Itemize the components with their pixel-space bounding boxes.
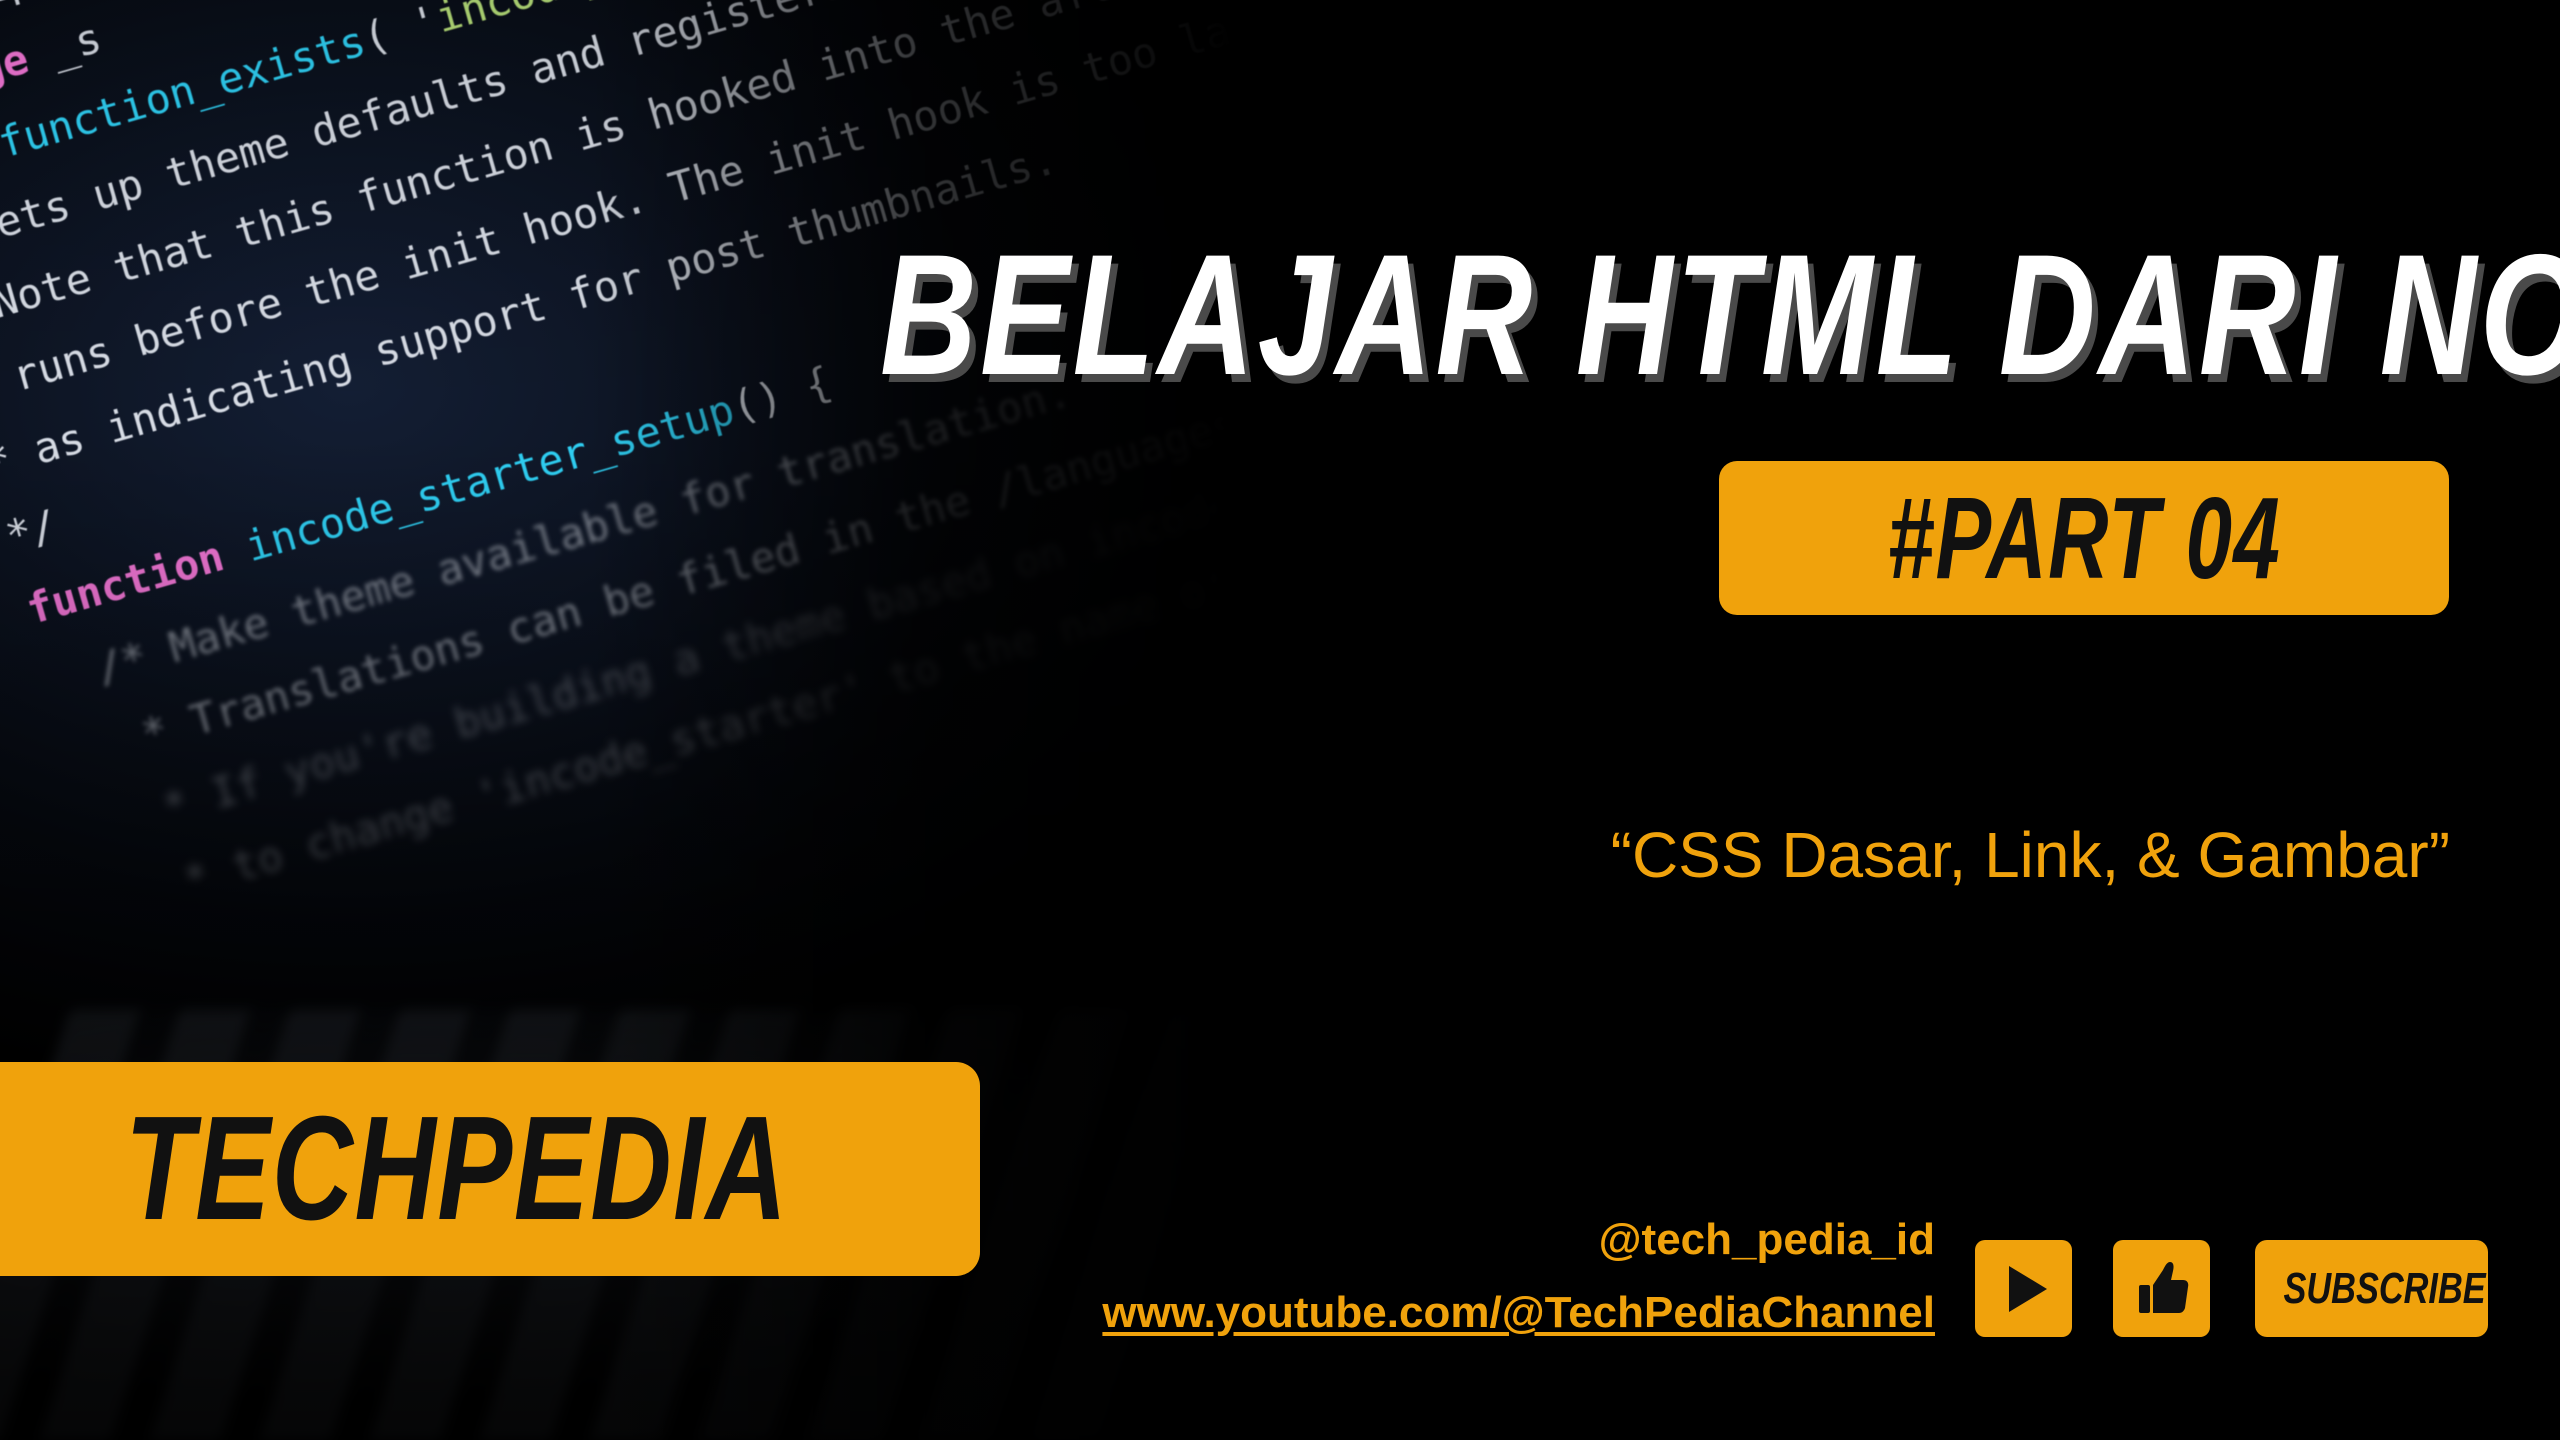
part-label-text: #PART 04: [1887, 473, 2281, 603]
play-icon: [2009, 1266, 2047, 1312]
brand-badge: TECHPEDIA: [0, 1062, 980, 1276]
subscribe-button[interactable]: SUBSCRIBE: [2255, 1240, 2488, 1337]
social-handle[interactable]: @tech_pedia_id: [1300, 1210, 1935, 1270]
main-title: BELAJAR HTML DARI NOL: [880, 219, 2560, 411]
like-button[interactable]: [2113, 1240, 2210, 1337]
thumbnail-canvas: nk https://develackage _s( ! function_ex…: [0, 0, 2560, 1440]
part-badge: #PART 04: [1719, 461, 2449, 615]
part-label: #PART 04: [1719, 461, 2449, 615]
channel-link[interactable]: www.youtube.com/@TechPediaChannel: [1000, 1283, 1935, 1343]
brand-name: TECHPEDIA: [125, 1086, 789, 1251]
subscribe-label-text: SUBSCRIBE: [2283, 1264, 2486, 1313]
thumbs-up-icon: [2139, 1262, 2189, 1313]
subscribe-label: SUBSCRIBE: [2255, 1240, 2488, 1337]
episode-subtitle: “CSS Dasar, Link, & Gambar”: [1610, 819, 2450, 891]
play-button[interactable]: [1975, 1240, 2072, 1337]
